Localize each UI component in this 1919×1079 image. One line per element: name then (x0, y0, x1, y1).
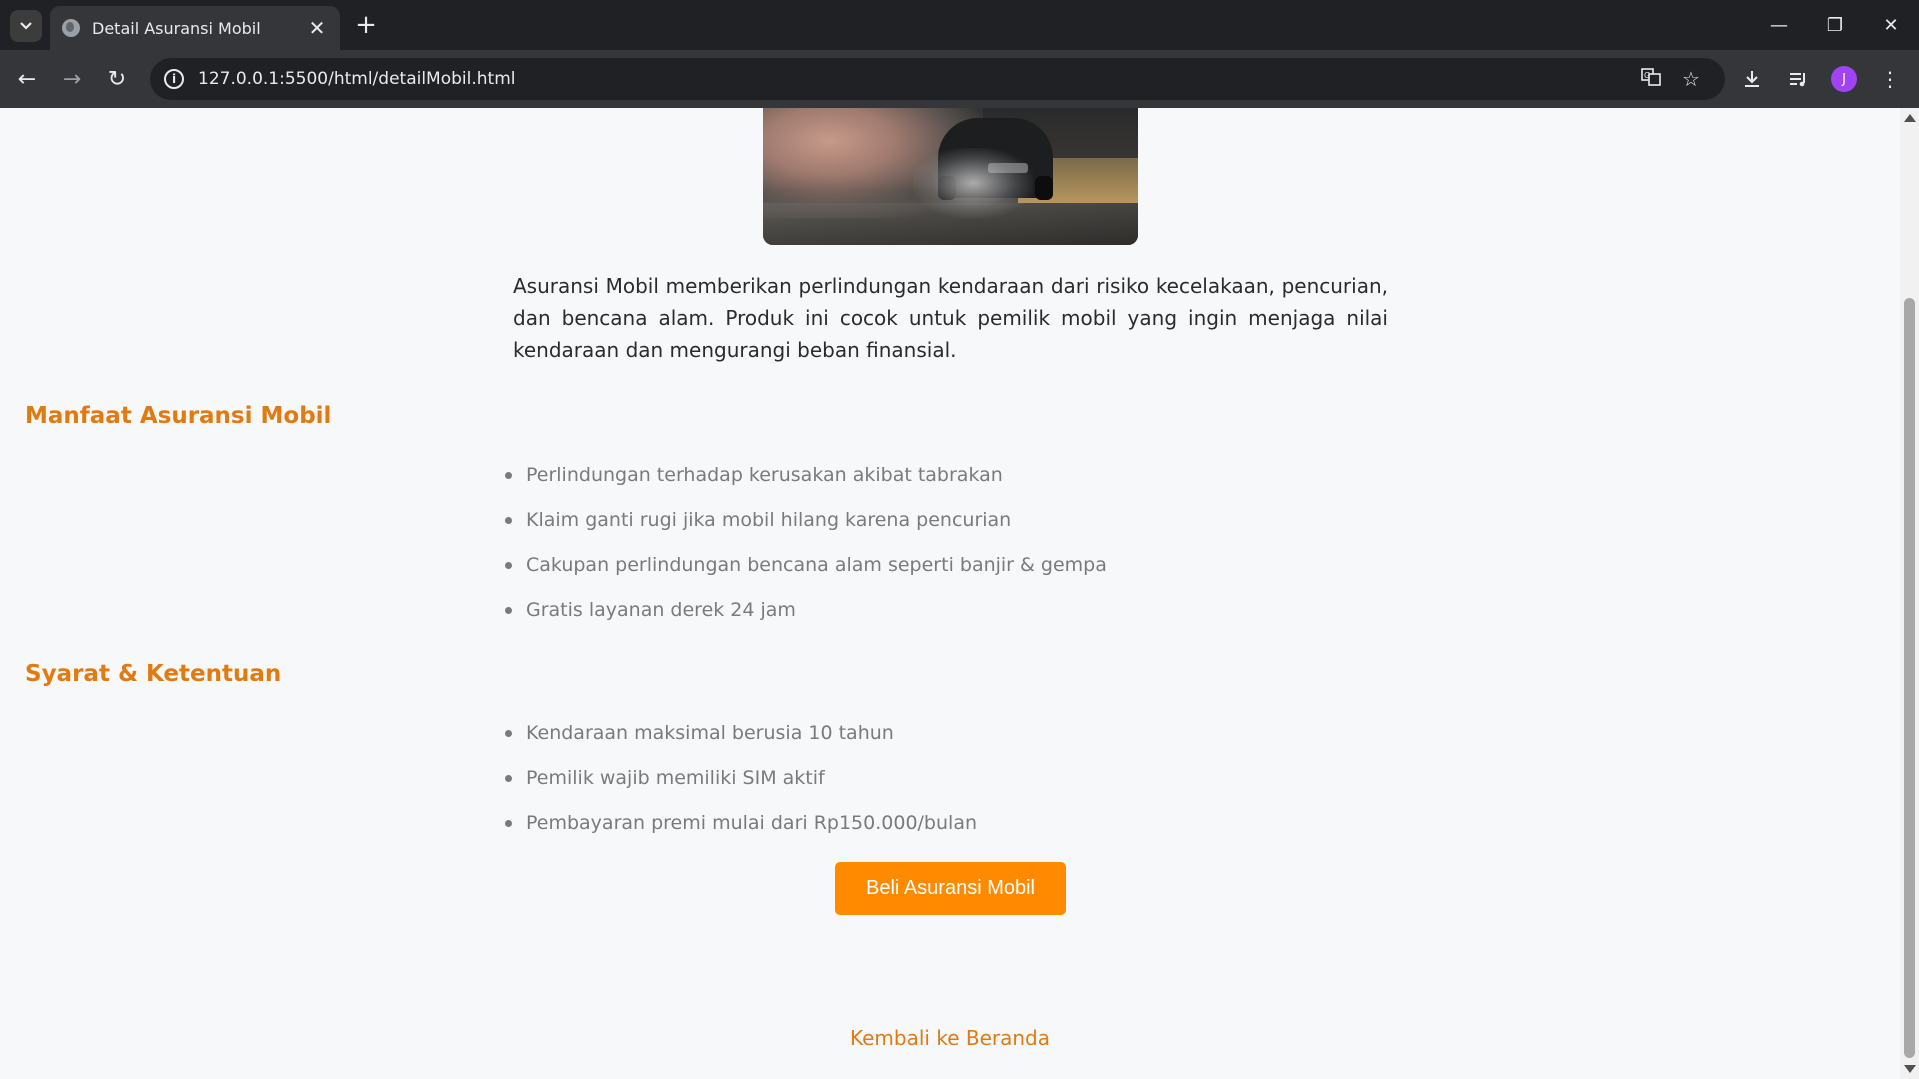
minimize-button[interactable]: — (1751, 0, 1807, 50)
restore-button[interactable]: ❐ (1807, 0, 1863, 50)
site-info-icon[interactable]: i (164, 69, 184, 89)
address-bar[interactable]: i 127.0.0.1:5500/html/detailMobil.html G… (150, 58, 1725, 100)
scroll-down-icon[interactable] (1904, 1065, 1916, 1073)
list-item: Pembayaran premi mulai dari Rp150.000/bu… (505, 808, 977, 853)
terms-list: Kendaraan maksimal berusia 10 tahun Pemi… (505, 718, 977, 853)
svg-text:G: G (1644, 71, 1650, 80)
terms-title: Syarat & Ketentuan (25, 661, 282, 687)
globe-icon (62, 19, 80, 37)
browser-tab[interactable]: Detail Asuransi Mobil ✕ (50, 6, 340, 50)
star-icon[interactable]: ☆ (1671, 67, 1711, 91)
page-viewport: Asuransi Mobil memberikan perlindungan k… (0, 108, 1900, 1079)
list-item: Klaim ganti rugi jika mobil hilang karen… (505, 505, 1107, 550)
reload-button[interactable]: ↻ (100, 62, 134, 96)
list-item: Pemilik wajib memiliki SIM aktif (505, 763, 977, 808)
benefits-list: Perlindungan terhadap kerusakan akibat t… (505, 460, 1107, 640)
new-tab-button[interactable]: + (352, 12, 380, 40)
window-controls: — ❐ ✕ (1751, 0, 1919, 50)
media-control-icon[interactable] (1781, 62, 1815, 96)
tab-strip: Detail Asuransi Mobil ✕ + — ❐ ✕ (0, 0, 1919, 50)
buy-insurance-button[interactable]: Beli Asuransi Mobil (835, 862, 1066, 915)
list-item: Perlindungan terhadap kerusakan akibat t… (505, 460, 1107, 505)
profile-button[interactable]: J (1827, 62, 1861, 96)
benefits-title: Manfaat Asuransi Mobil (25, 403, 332, 429)
back-button[interactable]: ← (10, 62, 44, 96)
list-item: Gratis layanan derek 24 jam (505, 595, 1107, 640)
car-drifting-image (763, 108, 1138, 245)
close-window-button[interactable]: ✕ (1863, 0, 1919, 50)
page-scrollbar[interactable] (1900, 108, 1919, 1079)
back-to-home-link[interactable]: Kembali ke Beranda (0, 1026, 1900, 1050)
download-icon[interactable] (1735, 62, 1769, 96)
scroll-up-icon[interactable] (1904, 114, 1916, 122)
toolbar-right-icons: J ⋮ (1735, 62, 1907, 96)
scrollbar-thumb[interactable] (1904, 298, 1915, 1058)
browser-toolbar: ← → ↻ i 127.0.0.1:5500/html/detailMobil.… (0, 50, 1919, 108)
url-text[interactable]: 127.0.0.1:5500/html/detailMobil.html (198, 69, 1631, 89)
list-item: Kendaraan maksimal berusia 10 tahun (505, 718, 977, 763)
chevron-down-icon[interactable] (10, 10, 42, 42)
tab-title: Detail Asuransi Mobil (92, 18, 261, 38)
list-item: Cakupan perlindungan bencana alam sepert… (505, 550, 1107, 595)
kebab-menu-icon[interactable]: ⋮ (1873, 62, 1907, 96)
close-icon[interactable]: ✕ (306, 18, 328, 38)
translate-icon[interactable]: G (1631, 67, 1671, 92)
avatar: J (1831, 66, 1857, 92)
product-description: Asuransi Mobil memberikan perlindungan k… (513, 274, 1388, 362)
forward-button[interactable]: → (55, 62, 89, 96)
